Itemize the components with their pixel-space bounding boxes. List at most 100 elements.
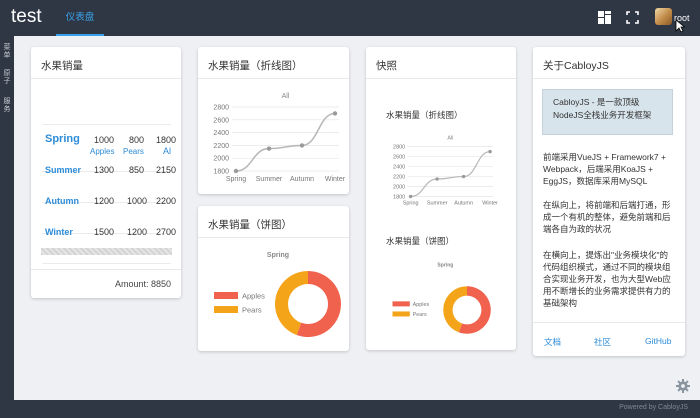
chart-title: All: [447, 136, 453, 142]
snapshot-card-title: 快照: [376, 60, 397, 72]
docs-link[interactable]: 文档: [544, 336, 561, 348]
y-tick-label: 2800: [393, 145, 405, 151]
cell-all: 2200: [156, 196, 177, 206]
about-highlight-line: CabloyJS - 是一款顶级: [553, 97, 640, 107]
tab-dashboard[interactable]: 仪表盘: [56, 0, 104, 36]
sales-table-title: 水果销量: [41, 60, 83, 72]
column-header-all[interactable]: Al: [163, 146, 171, 156]
row-season-label: Spring: [45, 133, 80, 145]
chart-title: Spring: [267, 252, 289, 259]
series-line-all: [410, 150, 491, 198]
chart-title: All: [282, 93, 290, 100]
x-tick-label: Winter: [482, 200, 498, 206]
sidebar-item-menu[interactable]: 菜单: [2, 44, 12, 60]
chart-title: Spring: [437, 262, 453, 268]
cell-apples: 1000: [94, 135, 115, 145]
cell-pears: 850: [129, 165, 145, 175]
github-link[interactable]: GitHub: [645, 336, 671, 346]
fullscreen-icon[interactable]: [626, 11, 639, 24]
bottom-bar: Powered by CabloyJS: [0, 400, 700, 418]
legend-swatch-pears: [392, 311, 410, 317]
about-paragraph: 在横向上，提炼出"业务模块化"的代码组织模式，通过不同的模块组合实现业务开发，也…: [543, 250, 671, 308]
cell-all: 1800: [156, 135, 177, 145]
legend-swatch-apples: [392, 301, 410, 307]
about-highlight-box: CabloyJS - 是一款顶级 NodeJS全栈业务开发框架: [542, 89, 673, 135]
card-divider: [533, 78, 685, 79]
y-tick-label: 2200: [213, 143, 229, 150]
legend-swatch-pears: [214, 306, 238, 313]
top-bar: test 仪表盘 root: [0, 0, 700, 36]
y-tick-label: 2400: [213, 130, 229, 137]
row-season-label: Autumn: [45, 196, 79, 206]
settings-gear-icon[interactable]: [676, 379, 690, 393]
y-tick-label: 2000: [393, 184, 405, 190]
row-season-label: Winter: [45, 227, 73, 237]
data-point: [299, 143, 305, 148]
snapshot-line-chart: All280026002400220020001800Spring Summer A…: [393, 136, 498, 207]
mouse-cursor-icon: [675, 19, 685, 33]
cell-pears: 800: [129, 135, 145, 145]
y-tick-label: 2400: [393, 165, 405, 171]
card-divider: [366, 78, 516, 79]
sales-table-card: 水果销量 Apples Pears Al Spring 1000 800 180…: [31, 47, 181, 298]
x-tick-label: Winter: [325, 176, 346, 183]
legend-swatch-apples: [214, 292, 238, 299]
y-tick-label: 2800: [213, 105, 229, 112]
cell-pears: 1000: [127, 196, 148, 206]
data-point: [408, 194, 413, 199]
horizontal-scrollbar[interactable]: [41, 248, 172, 255]
y-tick-label: 2600: [393, 155, 405, 161]
about-card: 关于CabloyJS CabloyJS - 是一款顶级 NodeJS全栈业务开发…: [533, 47, 685, 356]
table-row-separator: [42, 124, 171, 125]
snapshot-line-title: 水果销量（折线图）: [386, 110, 463, 120]
column-header-apples[interactable]: Apples: [90, 147, 114, 156]
about-card-title: 关于CabloyJS: [543, 60, 609, 72]
cell-pears: 1200: [127, 227, 148, 237]
card-divider: [198, 78, 349, 79]
y-tick-label: 2600: [213, 117, 229, 124]
column-header-pears[interactable]: Pears: [123, 147, 144, 156]
y-tick-label: 2000: [213, 156, 229, 163]
cell-apples: 1200: [94, 196, 115, 206]
legend-label-apples: Apples: [413, 302, 430, 308]
data-point: [488, 149, 492, 154]
user-avatar[interactable]: [655, 8, 672, 25]
cell-all: 2150: [156, 165, 177, 175]
left-sidebar: 菜单 原子 服务: [0, 36, 14, 400]
card-divider: [31, 78, 181, 79]
amount-total: Amount: 8850: [114, 279, 171, 289]
cell-apples: 1300: [94, 165, 115, 175]
row-season-label: Summer: [45, 165, 82, 175]
footer-text: Powered by CabloyJS: [619, 404, 688, 411]
snapshot-card: 快照 水果销量（折线图） All 2800 2600 2400 2200 2000 1800…: [366, 47, 516, 350]
sidebar-item-atom[interactable]: 原子: [2, 70, 12, 86]
card-divider: [31, 269, 181, 270]
card-divider: [533, 322, 685, 323]
data-point: [461, 174, 466, 179]
legend-label-pears: Pears: [242, 306, 262, 315]
pie-chart-card-title: 水果销量（饼图）: [208, 219, 292, 231]
about-paragraph: 前端采用VueJS + Framework7 + Webpack，后端采用Koa…: [543, 152, 666, 186]
pie-chart: Spring Apples Pears: [214, 252, 341, 337]
x-tick-label: Autumn: [290, 176, 314, 183]
line-chart-card: 水果销量（折线图） All 2800 2600 2400 2200 2000 1800 Spr…: [198, 47, 349, 194]
dashboard-layout-icon[interactable]: [598, 11, 611, 24]
x-tick-label: Spring: [403, 200, 419, 206]
data-point: [332, 111, 338, 116]
sidebar-item-service[interactable]: 服务: [2, 98, 12, 114]
community-link[interactable]: 社区: [594, 336, 611, 348]
line-chart-card-title: 水果销量（折线图）: [208, 60, 303, 72]
series-line-all: [235, 112, 336, 172]
app-title: test: [11, 6, 42, 27]
data-point: [266, 146, 272, 151]
card-divider: [198, 237, 349, 238]
x-tick-label: Summer: [427, 200, 448, 206]
snapshot-pie-chart: Spring Apples Pears: [392, 262, 491, 334]
pie-chart-card: 水果销量（饼图） Spring Apples Pears: [198, 206, 349, 351]
legend-label-apples: Apples: [242, 292, 265, 301]
x-tick-label: Spring: [226, 176, 246, 183]
data-point: [233, 168, 239, 174]
data-point: [435, 177, 439, 181]
line-chart: All 2800 2600 2400 2200 2000 1800Spring Summer A…: [213, 93, 346, 183]
about-highlight-line: NodeJS全栈业务开发框架: [553, 110, 652, 120]
